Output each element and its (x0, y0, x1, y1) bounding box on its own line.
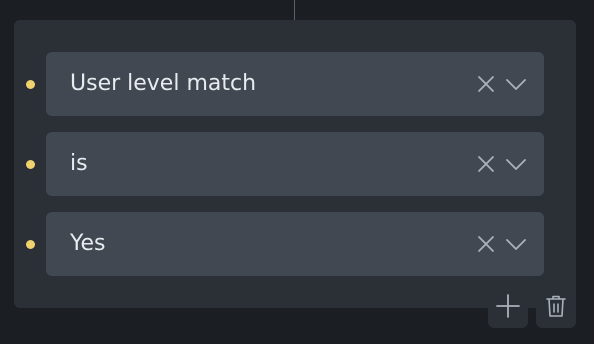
plus-icon (496, 294, 520, 318)
value-select-value: Yes (70, 231, 106, 256)
value-select[interactable]: Yes (46, 212, 544, 276)
field-select-value: User level match (70, 71, 257, 96)
condition-editor: User level match is Yes (0, 0, 594, 344)
trash-icon (546, 295, 566, 317)
status-dot (26, 80, 35, 89)
close-icon[interactable] (476, 154, 496, 174)
chevron-down-icon[interactable] (505, 154, 527, 174)
condition-row-value: Yes (14, 212, 576, 276)
add-condition-button[interactable] (488, 288, 528, 328)
chevron-down-icon[interactable] (505, 74, 527, 94)
condition-panel: User level match is Yes (14, 20, 576, 308)
close-icon[interactable] (476, 74, 496, 94)
operator-select-value: is (70, 151, 88, 176)
close-icon[interactable] (476, 234, 496, 254)
chevron-down-icon[interactable] (505, 234, 527, 254)
status-dot (26, 240, 35, 249)
status-dot (26, 160, 35, 169)
delete-condition-button[interactable] (536, 288, 576, 328)
condition-row-field: User level match (14, 52, 576, 116)
condition-row-operator: is (14, 132, 576, 196)
operator-select[interactable]: is (46, 132, 544, 196)
field-select[interactable]: User level match (46, 52, 544, 116)
connector-line (294, 0, 295, 20)
